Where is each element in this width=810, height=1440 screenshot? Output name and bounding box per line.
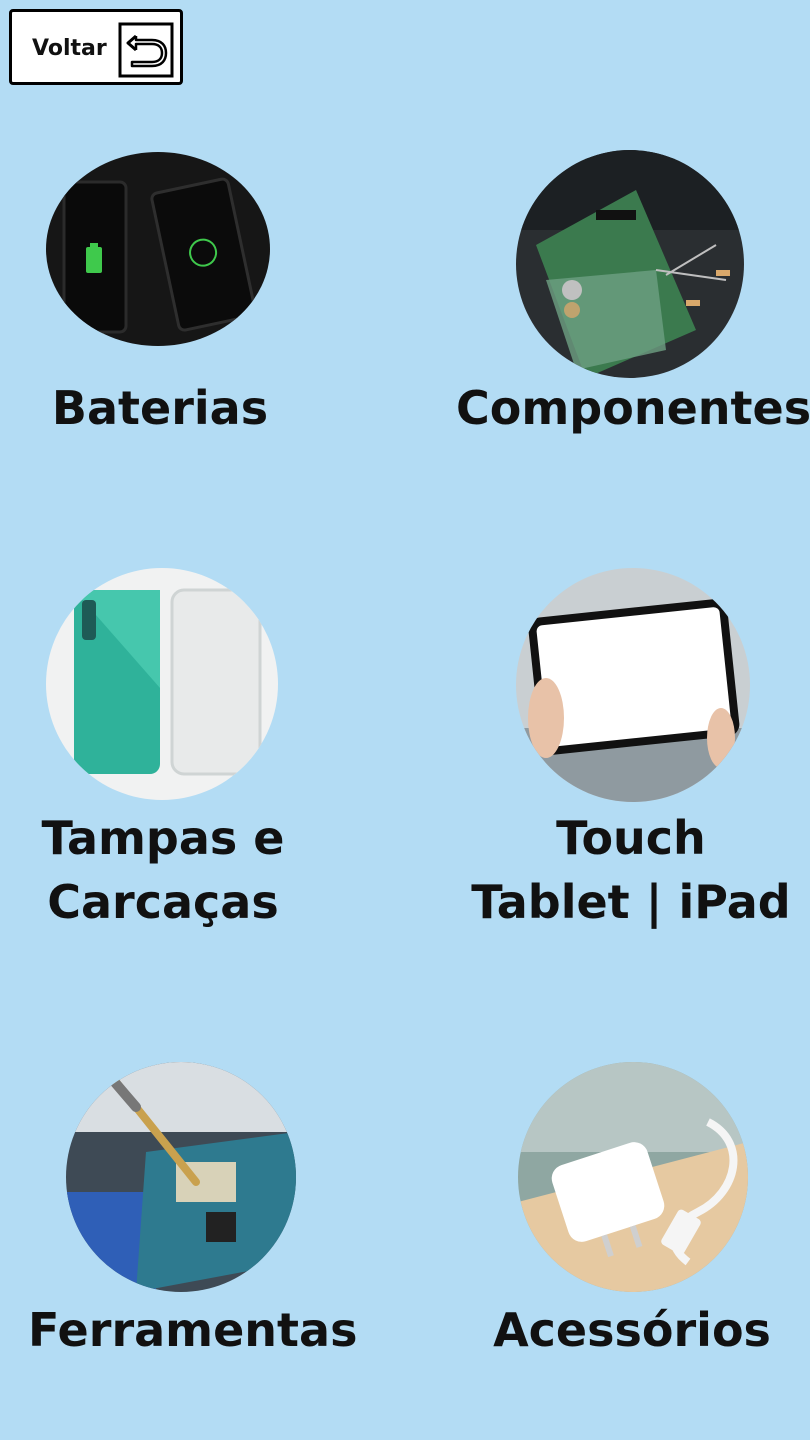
category-label-line: Ferramentas bbox=[28, 1303, 358, 1357]
category-label: Baterias bbox=[10, 376, 310, 440]
category-label-line: Carcaças bbox=[47, 875, 279, 929]
category-label-line: Tablet | iPad bbox=[471, 875, 791, 929]
category-label: Componentes bbox=[456, 376, 810, 440]
charger-cable-image[interactable] bbox=[518, 1062, 748, 1292]
category-label-line: Baterias bbox=[51, 381, 269, 435]
battery-phones-image[interactable] bbox=[46, 152, 270, 346]
back-button[interactable]: Voltar bbox=[9, 9, 183, 85]
tablet-touch-image[interactable] bbox=[516, 568, 750, 802]
phone-covers-image[interactable] bbox=[46, 568, 278, 800]
category-label: Tampas e Carcaças bbox=[10, 806, 316, 934]
category-label: Acessórios bbox=[482, 1298, 782, 1362]
category-label: Touch Tablet | iPad bbox=[466, 806, 796, 934]
back-button-label: Voltar bbox=[32, 36, 107, 61]
soldering-tools-image[interactable] bbox=[66, 1062, 296, 1292]
return-arrow-icon bbox=[118, 22, 174, 78]
category-label-line: Touch bbox=[556, 811, 706, 865]
category-label-line: Tampas e bbox=[41, 811, 285, 865]
category-label-line: Componentes bbox=[456, 381, 810, 435]
category-label: Ferramentas bbox=[28, 1298, 358, 1362]
category-label-line: Acessórios bbox=[493, 1303, 771, 1357]
circuit-board-image[interactable] bbox=[516, 150, 744, 378]
